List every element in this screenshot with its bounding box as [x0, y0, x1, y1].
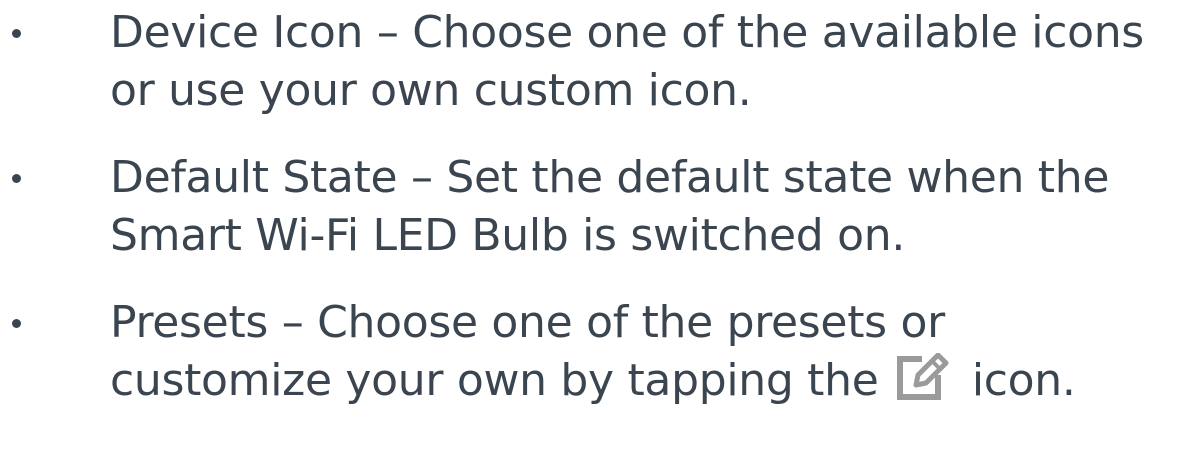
bullet-marker [12, 174, 21, 183]
bullet-presets: Presets – Choose one of the presets or c… [0, 294, 1204, 410]
bullet-text-line: or use your own custom icon. [110, 65, 752, 116]
bullet-marker [12, 319, 21, 328]
bullet-text-fragment: icon. [971, 355, 1076, 406]
edit-pencil-icon [892, 353, 952, 403]
bullet-marker [12, 29, 21, 38]
bullet-text-line: Smart Wi-Fi LED Bulb is switched on. [110, 210, 906, 261]
bullet-default-state: Default State – Set the default state wh… [0, 149, 1204, 265]
bullet-text-line: Default State – Set the default state wh… [110, 152, 1110, 203]
bullet-text-line-with-icon: customize your own by tapping the icon. [110, 352, 1204, 410]
bullet-text-fragment: customize your own by tapping the [110, 355, 879, 406]
bullet-device-icon: Device Icon – Choose one of the availabl… [0, 4, 1204, 120]
bullet-text-line: Presets – Choose one of the presets or [110, 297, 945, 348]
instruction-bullet-list: Device Icon – Choose one of the availabl… [0, 4, 1204, 410]
bullet-text-line: Device Icon – Choose one of the availabl… [110, 7, 1144, 58]
